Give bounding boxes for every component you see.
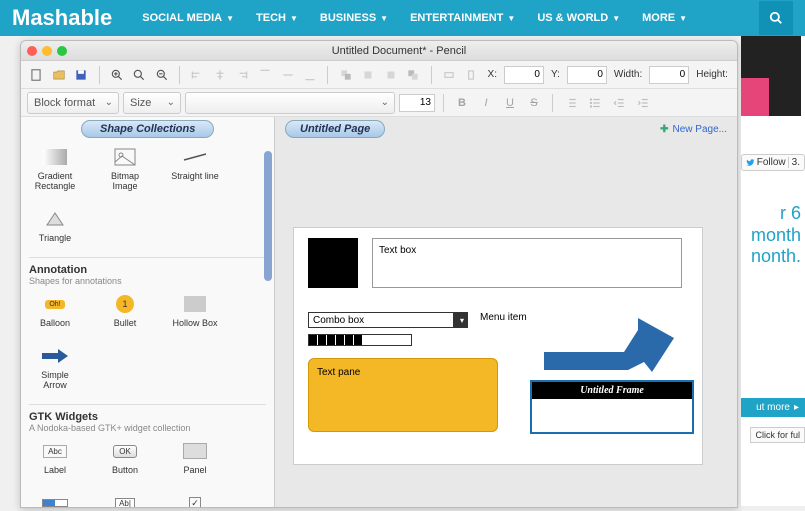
- shape-bullet[interactable]: 1Bullet: [99, 294, 151, 328]
- nav-business[interactable]: BUSINESS▼: [320, 12, 388, 24]
- ad-banner[interactable]: [741, 36, 801, 116]
- sidebar-tab[interactable]: Shape Collections: [81, 120, 214, 138]
- x-input[interactable]: [504, 66, 544, 84]
- brand-logo[interactable]: Mashable: [12, 5, 112, 31]
- click-full-button[interactable]: Click for ful: [750, 427, 805, 443]
- minimize-window-button[interactable]: [42, 46, 52, 56]
- canvas-frame[interactable]: Untitled Frame: [530, 380, 694, 434]
- canvas-frame-title: Untitled Frame: [532, 382, 692, 399]
- nav-links: SOCIAL MEDIA▼ TECH▼ BUSINESS▼ ENTERTAINM…: [142, 12, 687, 24]
- shape-gtk-button[interactable]: OKButton: [99, 441, 151, 475]
- align-center-v-button[interactable]: [278, 65, 297, 85]
- new-page-button[interactable]: ✚ New Page...: [660, 124, 727, 135]
- window-titlebar: Untitled Document* - Pencil: [21, 41, 737, 61]
- promo-text: r 6 month nonth.: [741, 203, 805, 268]
- shape-gtk-checkbox[interactable]: ✓Checkbox: [169, 493, 221, 507]
- align-bottom-button[interactable]: [301, 65, 320, 85]
- canvas-combobox[interactable]: Combo box: [308, 312, 468, 328]
- bring-front-button[interactable]: [336, 65, 355, 85]
- canvas-textpane[interactable]: Text pane: [308, 358, 498, 432]
- save-file-button[interactable]: [72, 65, 91, 85]
- zoom-out-button[interactable]: [153, 65, 172, 85]
- same-height-button[interactable]: [462, 65, 481, 85]
- group-gtk: GTK Widgets A Nodoka-based GTK+ widget c…: [29, 404, 266, 433]
- x-label: X:: [488, 69, 497, 80]
- strike-button[interactable]: S: [524, 93, 544, 113]
- align-left-button[interactable]: [188, 65, 207, 85]
- shape-balloon[interactable]: Oh!Balloon: [29, 294, 81, 328]
- canvas-area: Untitled Page ✚ New Page... Text box Com…: [275, 117, 737, 507]
- open-file-button[interactable]: [50, 65, 69, 85]
- shape-gtk-panel[interactable]: Panel: [169, 441, 221, 475]
- right-rail: Follow 3. r 6 month nonth. ut more▸ Clic…: [741, 36, 805, 506]
- canvas-menuitem[interactable]: Menu item: [480, 312, 527, 323]
- underline-button[interactable]: U: [500, 93, 520, 113]
- toolbar-text: Block format Size B I U S: [21, 89, 737, 117]
- bring-forward-button[interactable]: [359, 65, 378, 85]
- new-file-button[interactable]: [27, 65, 46, 85]
- drawing-canvas[interactable]: Text box Combo box Menu item Text pane U…: [293, 227, 703, 465]
- page-tab[interactable]: Untitled Page: [285, 120, 385, 138]
- send-backward-button[interactable]: [381, 65, 400, 85]
- pencil-app-window: Untitled Document* - Pencil X: Y: Width:…: [20, 40, 738, 508]
- shape-bitmap-image[interactable]: Bitmap Image: [99, 147, 151, 191]
- y-input[interactable]: [567, 66, 607, 84]
- indent-button[interactable]: [633, 93, 653, 113]
- font-size-select[interactable]: Size: [123, 92, 181, 114]
- align-center-h-button[interactable]: [211, 65, 230, 85]
- shape-hollow-box[interactable]: Hollow Box: [169, 294, 221, 328]
- align-right-button[interactable]: [233, 65, 252, 85]
- block-format-select[interactable]: Block format: [27, 92, 119, 114]
- close-window-button[interactable]: [27, 46, 37, 56]
- width-label: Width:: [614, 69, 642, 80]
- font-family-select[interactable]: [185, 92, 395, 114]
- shape-straight-line[interactable]: Straight line: [169, 147, 221, 191]
- canvas-rectangle[interactable]: [308, 238, 358, 288]
- twitter-icon: [746, 157, 755, 168]
- canvas-textbox[interactable]: Text box: [372, 238, 682, 288]
- twitter-follow-button[interactable]: Follow 3.: [741, 154, 805, 171]
- sidebar-scrollbar[interactable]: [264, 151, 272, 281]
- list-ordered-button[interactable]: [561, 93, 581, 113]
- group-annotation: Annotation Shapes for annotations: [29, 257, 266, 286]
- search-icon: [769, 11, 783, 25]
- list-unordered-button[interactable]: [585, 93, 605, 113]
- zoom-reset-button[interactable]: [130, 65, 149, 85]
- nav-social-media[interactable]: SOCIAL MEDIA▼: [142, 12, 234, 24]
- bold-button[interactable]: B: [452, 93, 472, 113]
- font-size-input[interactable]: [399, 94, 435, 112]
- shape-gtk-progress[interactable]: Progress: [29, 493, 81, 507]
- outdent-button[interactable]: [609, 93, 629, 113]
- height-label: Height:: [696, 69, 728, 80]
- site-navbar: Mashable SOCIAL MEDIA▼ TECH▼ BUSINESS▼ E…: [0, 0, 805, 36]
- zoom-in-button[interactable]: [108, 65, 127, 85]
- canvas-arrow[interactable]: [544, 318, 674, 378]
- same-width-button[interactable]: [439, 65, 458, 85]
- shape-gtk-label[interactable]: AbcLabel: [29, 441, 81, 475]
- shape-sidebar: Shape Collections Gradient Rectangle Bit…: [21, 117, 275, 507]
- shape-gradient-rectangle[interactable]: Gradient Rectangle: [29, 147, 81, 191]
- send-back-button[interactable]: [404, 65, 423, 85]
- y-label: Y:: [551, 69, 560, 80]
- find-out-more-button[interactable]: ut more▸: [741, 398, 805, 417]
- nav-entertainment[interactable]: ENTERTAINMENT▼: [410, 12, 515, 24]
- italic-button[interactable]: I: [476, 93, 496, 113]
- shape-gtk-textbox[interactable]: Ab|Text Box: [99, 493, 151, 507]
- canvas-progressbar[interactable]: [308, 334, 412, 346]
- zoom-window-button[interactable]: [57, 46, 67, 56]
- shape-simple-arrow[interactable]: Simple Arrow: [29, 346, 81, 390]
- add-icon: ✚: [660, 124, 668, 135]
- nav-tech[interactable]: TECH▼: [256, 12, 298, 24]
- toolbar-main: X: Y: Width: Height:: [21, 61, 737, 89]
- nav-more[interactable]: MORE▼: [642, 12, 687, 24]
- shape-triangle[interactable]: Triangle: [29, 209, 81, 243]
- align-top-button[interactable]: [256, 65, 275, 85]
- width-input[interactable]: [649, 66, 689, 84]
- window-title: Untitled Document* - Pencil: [67, 45, 731, 57]
- search-button[interactable]: [759, 1, 793, 35]
- nav-us-world[interactable]: US & WORLD▼: [537, 12, 620, 24]
